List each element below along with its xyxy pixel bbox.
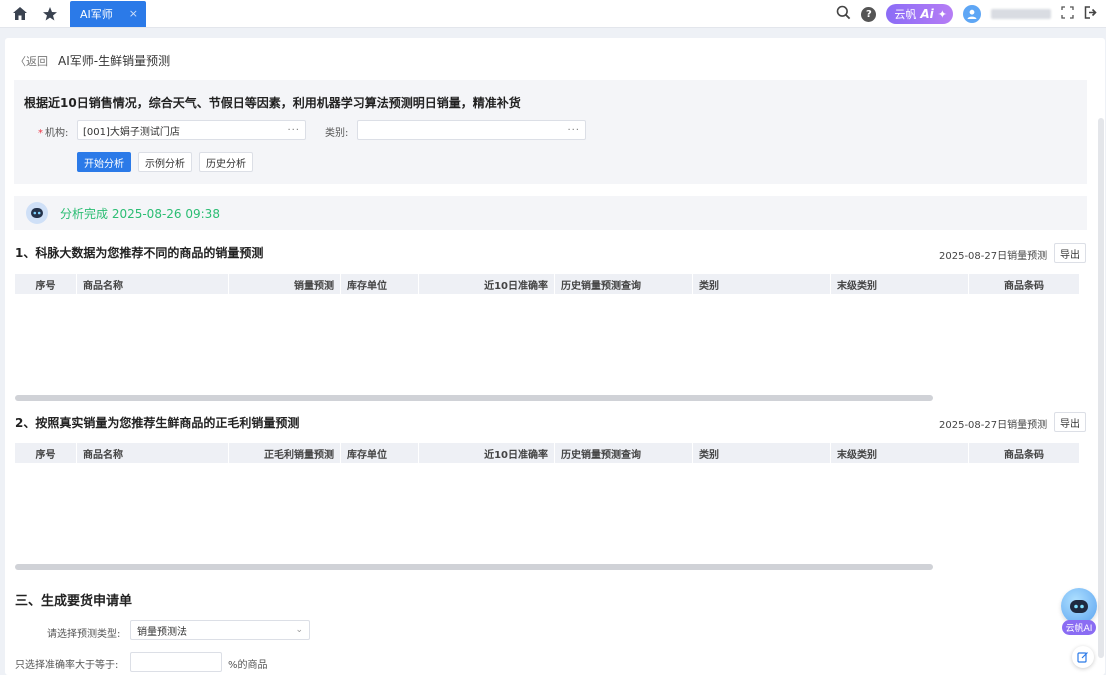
robot-icon: [1061, 588, 1097, 624]
home-icon[interactable]: [10, 4, 30, 24]
start-analysis-button[interactable]: 开始分析: [77, 152, 131, 172]
org-value: [001]大娟子测试门店: [83, 126, 180, 138]
col-header: 近10日准确率: [419, 443, 555, 463]
section1-export-button[interactable]: 导出: [1054, 243, 1086, 263]
org-input[interactable]: [001]大娟子测试门店 ···: [77, 120, 306, 140]
logout-icon[interactable]: [1084, 6, 1098, 22]
edit-icon[interactable]: [1072, 646, 1094, 668]
section3-title: 三、生成要货申请单: [15, 594, 133, 609]
accuracy-label: 只选择准确率大于等于:: [15, 660, 119, 671]
forecast-type-label: 请选择预测类型:: [47, 629, 121, 640]
filter-heading: 根据近10日销售情况，综合天气、节假日等因素，利用机器学习算法预测明日销量，精准…: [24, 96, 521, 110]
category-label: 类别:: [325, 128, 349, 139]
ai-assistant-button[interactable]: 云帆 Ai ✦: [886, 4, 953, 24]
col-header: 销量预测: [229, 274, 341, 294]
section1-table-header: 序号 商品名称 销量预测 库存单位 近10日准确率 历史销量预测查询 类别 末级…: [15, 274, 1079, 294]
section2-title: 2、按照真实销量为您推荐生鲜商品的正毛利销量预测: [15, 416, 300, 430]
section2-horizontal-scrollbar[interactable]: [15, 564, 933, 570]
filter-panel: 根据近10日销售情况，综合天气、节假日等因素，利用机器学习算法预测明日销量，精准…: [14, 80, 1087, 184]
section2-date: 2025-08-27日销量预测: [939, 420, 1048, 431]
vertical-scrollbar[interactable]: [1098, 118, 1104, 658]
category-input[interactable]: ···: [357, 120, 586, 140]
col-header: 序号: [15, 443, 77, 463]
org-picker-icon[interactable]: ···: [287, 125, 300, 136]
col-header: 商品名称: [77, 443, 229, 463]
section1-horizontal-scrollbar[interactable]: [15, 395, 933, 401]
ai-assistant-fab[interactable]: 云帆AI: [1060, 588, 1098, 635]
col-header: 库存单位: [341, 443, 419, 463]
star-icon[interactable]: [40, 4, 60, 24]
page-title: AI军师-生鲜销量预测: [58, 54, 171, 68]
col-header: 末级类别: [831, 274, 969, 294]
accuracy-input[interactable]: [130, 652, 222, 672]
tab-ai-advisor[interactable]: AI军师 ×: [70, 0, 146, 27]
col-header: 序号: [15, 274, 77, 294]
col-header: 近10日准确率: [419, 274, 555, 294]
fullscreen-icon[interactable]: [1061, 6, 1074, 22]
section1-date: 2025-08-27日销量预测: [939, 251, 1048, 262]
avatar[interactable]: [963, 5, 981, 23]
example-analysis-button[interactable]: 示例分析: [138, 152, 192, 172]
search-icon[interactable]: [836, 5, 851, 23]
col-header: 库存单位: [341, 274, 419, 294]
help-icon[interactable]: ?: [861, 6, 877, 22]
analysis-status-bar: 分析完成 2025-08-26 09:38: [14, 196, 1087, 230]
col-header: 末级类别: [831, 443, 969, 463]
accuracy-suffix: %的商品: [228, 660, 268, 671]
col-header: 商品条码: [1004, 280, 1044, 292]
col-header: 商品条码: [1004, 449, 1044, 461]
section2-table-header: 序号 商品名称 正毛利销量预测 库存单位 近10日准确率 历史销量预测查询 类别…: [15, 443, 1079, 463]
forecast-type-select[interactable]: 销量预测法 ⌄: [130, 620, 310, 640]
col-header: 类别: [693, 274, 831, 294]
section2-export-button[interactable]: 导出: [1054, 412, 1086, 432]
col-header: 历史销量预测查询: [555, 443, 693, 463]
col-header: 正毛利销量预测: [229, 443, 341, 463]
tab-close-icon[interactable]: ×: [129, 7, 138, 20]
ai-badge-logo: Ai: [920, 7, 934, 21]
username-redacted: [991, 9, 1051, 19]
org-label: * 机构:: [38, 128, 69, 139]
chevron-down-icon: ⌄: [295, 625, 303, 635]
ai-fab-label: 云帆AI: [1061, 620, 1097, 635]
history-analysis-button[interactable]: 历史分析: [199, 152, 253, 172]
required-marker: *: [38, 128, 43, 139]
ai-badge-text: 云帆: [894, 8, 917, 21]
forecast-type-value: 销量预测法: [137, 626, 187, 638]
section1-title: 1、科脉大数据为您推荐不同的商品的销量预测: [15, 246, 264, 260]
category-picker-icon[interactable]: ···: [567, 125, 580, 136]
robot-icon: [26, 202, 48, 224]
status-text: 分析完成 2025-08-26 09:38: [60, 206, 220, 221]
main-panel: 〈返回 AI军师-生鲜销量预测 根据近10日销售情况，综合天气、节假日等因素，利…: [5, 38, 1105, 675]
tab-label: AI军师: [80, 7, 113, 21]
sparkle-icon: ✦: [937, 7, 947, 21]
col-header: 类别: [693, 443, 831, 463]
breadcrumb: 〈返回 AI军师-生鲜销量预测: [15, 52, 170, 69]
col-header: 商品名称: [77, 274, 229, 294]
back-button[interactable]: 〈返回: [15, 53, 48, 69]
top-bar: AI军师 × ? 云帆 Ai ✦: [0, 0, 1106, 28]
col-header: 历史销量预测查询: [555, 274, 693, 294]
